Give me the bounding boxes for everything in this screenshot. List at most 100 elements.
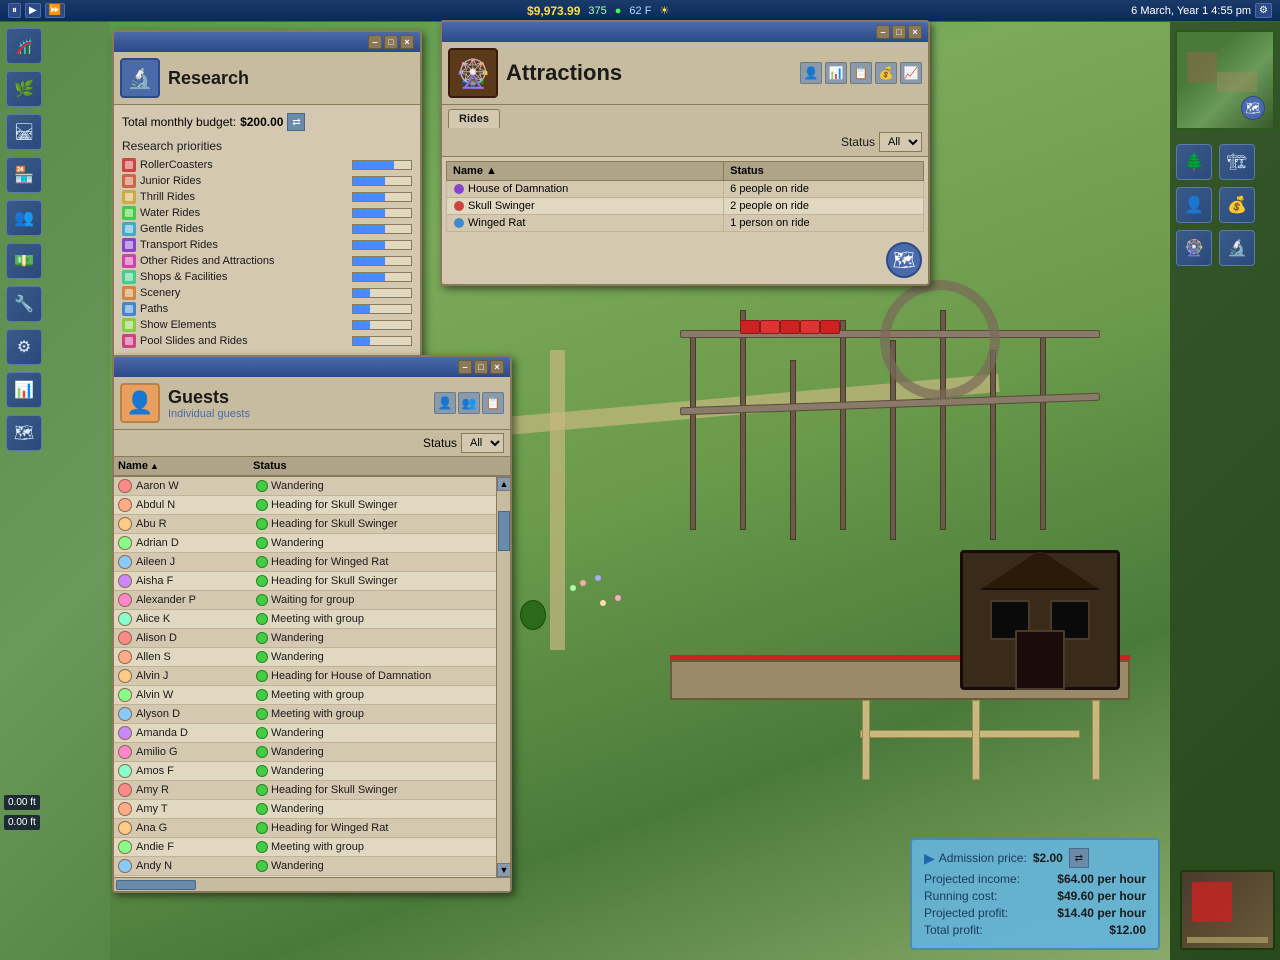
list-item[interactable]: Alice KMeeting with group — [114, 610, 496, 629]
left-sidebar-btn-1[interactable]: 🎢 — [6, 28, 42, 64]
h-scroll-thumb[interactable] — [116, 880, 196, 890]
list-item[interactable]: Alvin JHeading for House of Damnation — [114, 667, 496, 686]
sidebar-btn-3[interactable]: 👤 — [1176, 187, 1212, 223]
list-item[interactable]: Alison DWandering — [114, 629, 496, 648]
status-badge — [256, 765, 268, 777]
attractions-toolbar-icons: 👤 📊 📋 💰 📈 — [800, 62, 922, 84]
sidebar-btn-1[interactable]: 🌲 — [1176, 144, 1212, 180]
attractions-view-btn-3[interactable]: 📋 — [850, 62, 872, 84]
left-sidebar-btn-8[interactable]: ⚙ — [6, 329, 42, 365]
guest-status: Heading for Skull Swinger — [271, 499, 398, 511]
list-item[interactable]: Alyson DMeeting with group — [114, 705, 496, 724]
priority-bar-container[interactable] — [352, 336, 412, 346]
guests-minimize-button[interactable]: – — [458, 360, 472, 374]
guests-vertical-scrollbar[interactable]: ▲ ▼ — [496, 477, 510, 877]
priority-bar-container[interactable] — [352, 288, 412, 298]
guest-name: Aileen J — [136, 556, 256, 568]
left-sidebar-btn-5[interactable]: 👥 — [6, 200, 42, 236]
sidebar-btn-6[interactable]: 🔬 — [1219, 230, 1255, 266]
ff-button[interactable]: ⏩ — [45, 3, 65, 18]
list-item[interactable]: Aileen JHeading for Winged Rat — [114, 553, 496, 572]
left-sidebar-btn-6[interactable]: 💵 — [6, 243, 42, 279]
research-zoom-button[interactable]: □ — [384, 35, 398, 49]
list-item[interactable]: Abdul NHeading for Skull Swinger — [114, 496, 496, 515]
priority-row: Pool Slides and Rides — [122, 333, 412, 349]
attractions-view-btn-1[interactable]: 👤 — [800, 62, 822, 84]
attractions-col-name[interactable]: Name ▲ — [447, 162, 724, 181]
attractions-view-btn-2[interactable]: 📊 — [825, 62, 847, 84]
priority-bar-container[interactable] — [352, 176, 412, 186]
guests-col-status-header[interactable]: Status — [253, 460, 506, 472]
price-adjust-button[interactable]: ⇄ — [1069, 848, 1089, 868]
list-item[interactable]: Andy NWandering — [114, 857, 496, 876]
scrollbar-track[interactable] — [497, 491, 510, 863]
priority-bar-container[interactable] — [352, 240, 412, 250]
guests-view-group-btn[interactable]: 👥 — [458, 392, 480, 414]
guests-view-individual-btn[interactable]: 👤 — [434, 392, 456, 414]
list-item[interactable]: Amy RHeading for Skull Swinger — [114, 781, 496, 800]
guest-status: Heading for Skull Swinger — [271, 518, 398, 530]
guests-status-dropdown[interactable]: All — [461, 433, 504, 453]
guests-col-name-header[interactable]: Name ▲ — [118, 460, 253, 472]
list-item[interactable]: Ana GHeading for Winged Rat — [114, 819, 496, 838]
priority-bar-container[interactable] — [352, 160, 412, 170]
guests-close-button[interactable]: × — [490, 360, 504, 374]
settings-button[interactable]: ⚙ — [1255, 3, 1272, 18]
list-item[interactable]: Angela HWandering — [114, 876, 496, 877]
scroll-down-arrow[interactable]: ▼ — [497, 863, 510, 877]
list-item[interactable]: Amilio GWandering — [114, 743, 496, 762]
table-row[interactable]: Winged Rat1 person on ride — [447, 215, 924, 232]
attractions-view-btn-4[interactable]: 💰 — [875, 62, 897, 84]
sidebar-btn-2[interactable]: 🏗 — [1219, 144, 1255, 180]
scrollbar-thumb[interactable] — [498, 511, 510, 551]
priority-bar-container[interactable] — [352, 272, 412, 282]
guest-name: Alyson D — [136, 708, 256, 720]
table-row[interactable]: House of Damnation6 people on ride — [447, 181, 924, 198]
guests-horizontal-scrollbar[interactable] — [114, 877, 510, 891]
left-sidebar-btn-2[interactable]: 🌿 — [6, 71, 42, 107]
attractions-col-status[interactable]: Status — [724, 162, 924, 181]
attractions-zoom-button[interactable]: □ — [892, 25, 906, 39]
table-row[interactable]: Skull Swinger2 people on ride — [447, 198, 924, 215]
attractions-close-button[interactable]: × — [908, 25, 922, 39]
attractions-status-dropdown[interactable]: All — [879, 132, 922, 152]
left-sidebar-btn-10[interactable]: 🗺 — [6, 415, 42, 451]
priority-bar-container[interactable] — [352, 304, 412, 314]
list-item[interactable]: Adrian DWandering — [114, 534, 496, 553]
priority-bar-container[interactable] — [352, 320, 412, 330]
list-item[interactable]: Aisha FHeading for Skull Swinger — [114, 572, 496, 591]
priority-bar-container[interactable] — [352, 208, 412, 218]
list-item[interactable]: Abu RHeading for Skull Swinger — [114, 515, 496, 534]
attractions-minimize-button[interactable]: – — [876, 25, 890, 39]
priority-bar-container[interactable] — [352, 192, 412, 202]
list-item[interactable]: Aaron WWandering — [114, 477, 496, 496]
mini-map[interactable]: 🗺 — [1175, 30, 1275, 130]
research-minimize-button[interactable]: – — [368, 35, 382, 49]
list-item[interactable]: Andie FMeeting with group — [114, 838, 496, 857]
priority-icon — [122, 318, 136, 332]
priority-bar-container[interactable] — [352, 224, 412, 234]
play-button[interactable]: ▶ — [25, 3, 41, 18]
pause-button[interactable]: ⏸ — [8, 3, 21, 18]
attractions-view-btn-5[interactable]: 📈 — [900, 62, 922, 84]
guests-zoom-button[interactable]: □ — [474, 360, 488, 374]
list-item[interactable]: Alvin WMeeting with group — [114, 686, 496, 705]
list-item[interactable]: Alexander PWaiting for group — [114, 591, 496, 610]
scroll-up-arrow[interactable]: ▲ — [497, 477, 510, 491]
left-sidebar-btn-3[interactable]: 🛤 — [6, 114, 42, 150]
budget-adjust-button[interactable]: ⇄ — [287, 113, 305, 131]
priority-bar-container[interactable] — [352, 256, 412, 266]
left-sidebar-btn-4[interactable]: 🏪 — [6, 157, 42, 193]
list-item[interactable]: Amy TWandering — [114, 800, 496, 819]
left-sidebar-btn-7[interactable]: 🔧 — [6, 286, 42, 322]
tab-rides[interactable]: Rides — [448, 109, 500, 128]
list-item[interactable]: Amanda DWandering — [114, 724, 496, 743]
attractions-map-btn[interactable]: 🗺 — [886, 242, 922, 278]
sidebar-btn-4[interactable]: 💰 — [1219, 187, 1255, 223]
sidebar-btn-5[interactable]: 🎡 — [1176, 230, 1212, 266]
list-item[interactable]: Allen SWandering — [114, 648, 496, 667]
guests-view-list-btn[interactable]: 📋 — [482, 392, 504, 414]
list-item[interactable]: Amos FWandering — [114, 762, 496, 781]
left-sidebar-btn-9[interactable]: 📊 — [6, 372, 42, 408]
research-close-button[interactable]: × — [400, 35, 414, 49]
